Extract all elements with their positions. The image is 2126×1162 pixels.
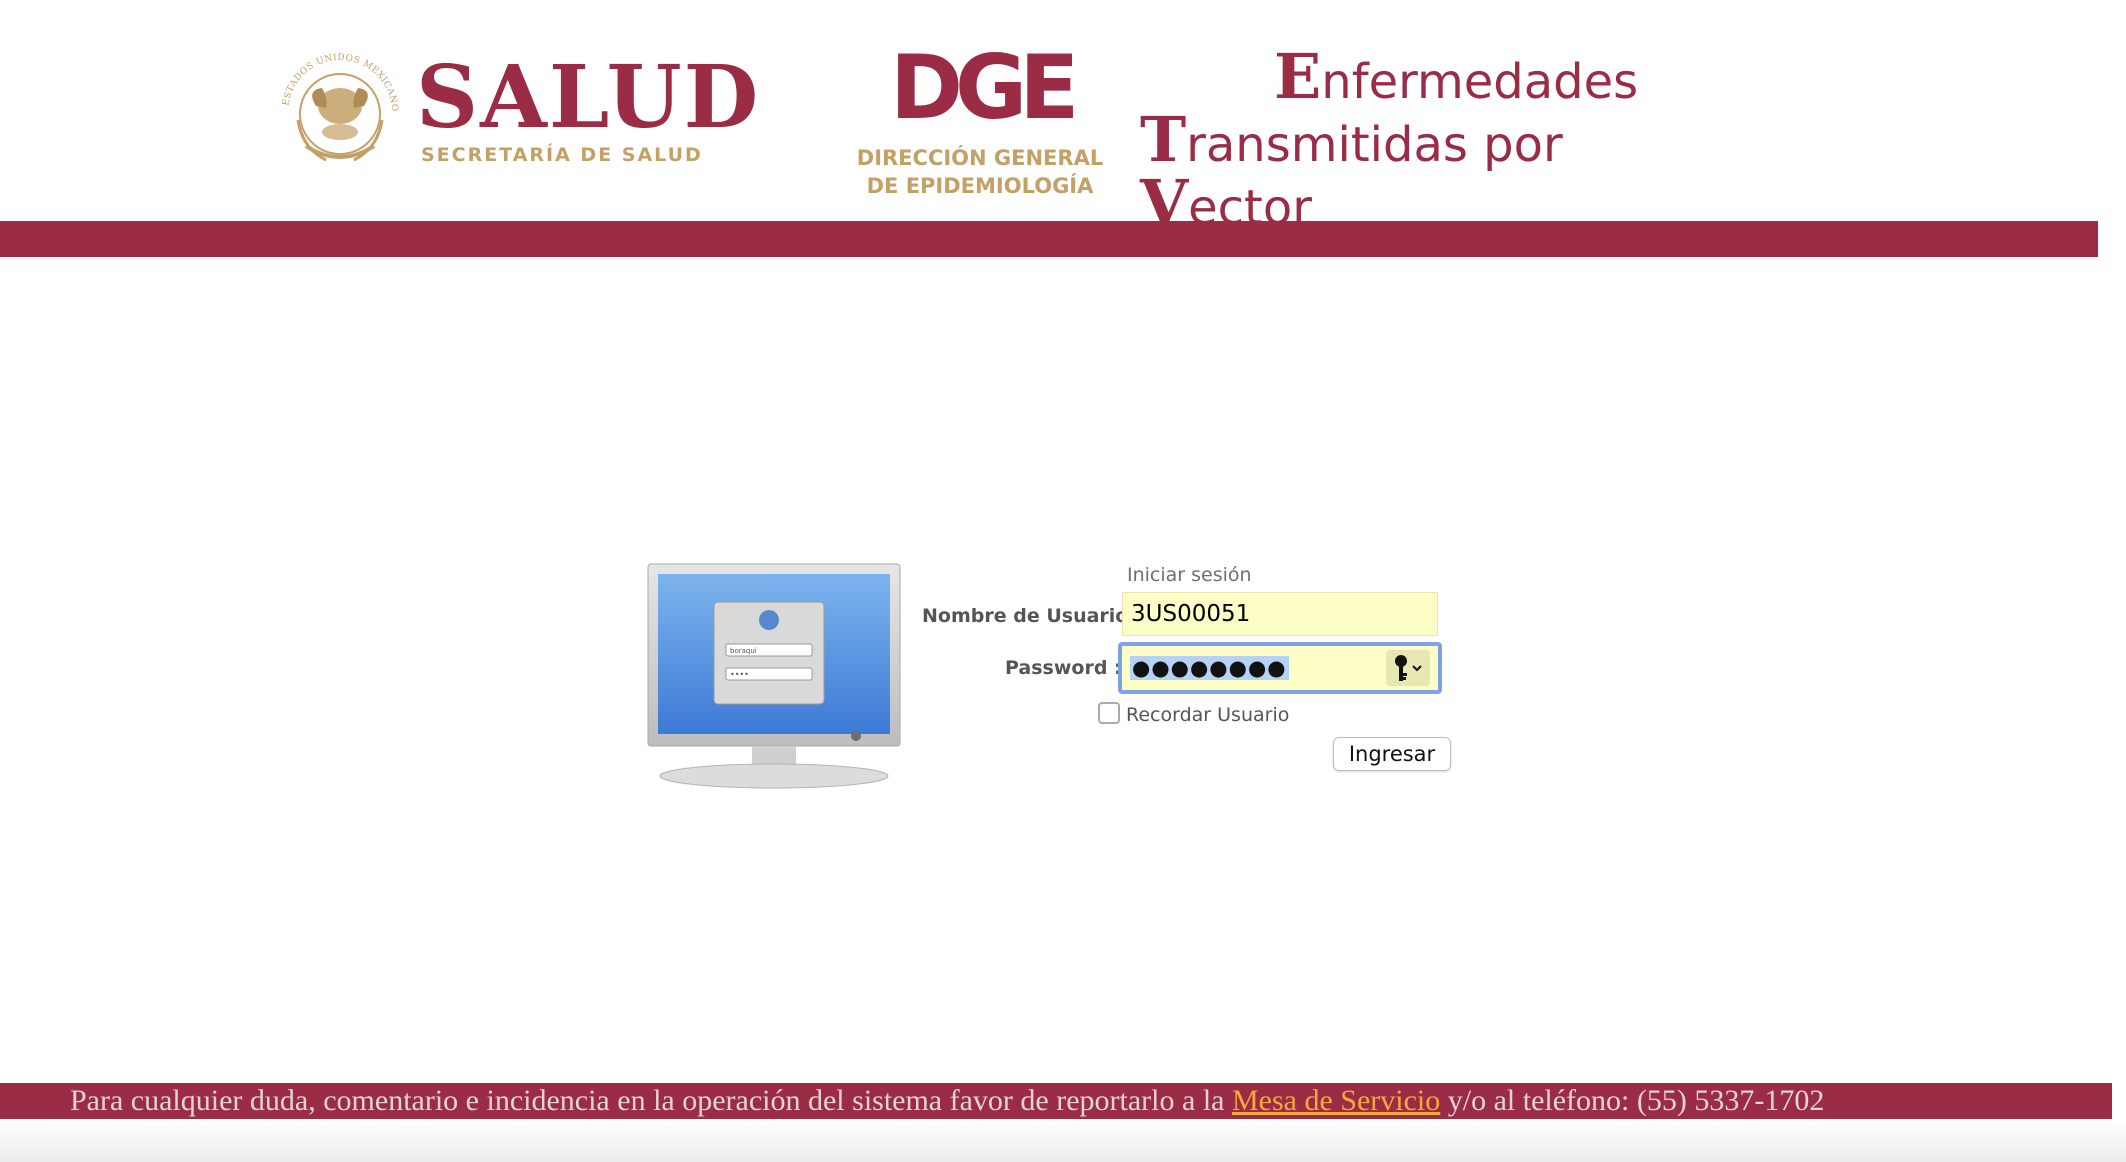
password-autofill-button[interactable] [1386, 650, 1430, 686]
bottom-strip [0, 1119, 2126, 1162]
key-icon [1395, 655, 1422, 681]
login-submit-button[interactable]: Ingresar [1333, 737, 1451, 771]
footer-help-bar: Para cualquier duda, comentario e incide… [0, 1083, 2112, 1119]
svg-text:boraqui: boraqui [730, 647, 757, 655]
password-label: Password : [1005, 657, 1122, 679]
salud-subtitle: SECRETARÍA DE SALUD [421, 144, 703, 166]
username-input[interactable] [1122, 592, 1438, 636]
login-monitor-icon: boraqui •••• [647, 563, 901, 789]
header: ESTADOS UNIDOS MEXICANOS SALUD SECRETARÍ… [0, 0, 2126, 236]
password-mask: ●●●●●●●● [1130, 656, 1289, 680]
dge-subtitle-line2: DE EPIDEMIOLOGÍA [866, 174, 1094, 198]
salud-title: SALUD [416, 47, 761, 148]
login-title: Iniciar sesión [1127, 564, 1252, 586]
password-input[interactable]: ●●●●●●●● [1118, 642, 1442, 694]
svg-text:••••: •••• [730, 670, 749, 679]
dge-logo: DGE [890, 36, 1080, 139]
footer-text: Para cualquier duda, comentario e incide… [70, 1084, 1825, 1117]
system-title: Enfermedades Transmitidas por Vector [1140, 40, 1740, 239]
chevron-down-icon [1412, 665, 1422, 672]
remember-user-checkbox[interactable] [1098, 702, 1120, 724]
service-desk-link[interactable]: Mesa de Servicio [1232, 1084, 1440, 1117]
username-label: Nombre de Usuario [922, 605, 1129, 627]
header-banner [0, 221, 2098, 257]
system-title-line1: Enfermedades [1274, 40, 1639, 113]
mexico-coat-of-arms-icon: ESTADOS UNIDOS MEXICANOS [276, 50, 399, 162]
svg-text:DGE: DGE [890, 36, 1073, 139]
dge-subtitle: DIRECCIÓN GENERAL DE EPIDEMIOLOGÍA [840, 144, 1120, 200]
remember-user-label[interactable]: Recordar Usuario [1126, 704, 1289, 726]
system-title-line2: Transmitidas por Vector [1140, 103, 1563, 239]
dge-subtitle-line1: DIRECCIÓN GENERAL [856, 146, 1104, 170]
